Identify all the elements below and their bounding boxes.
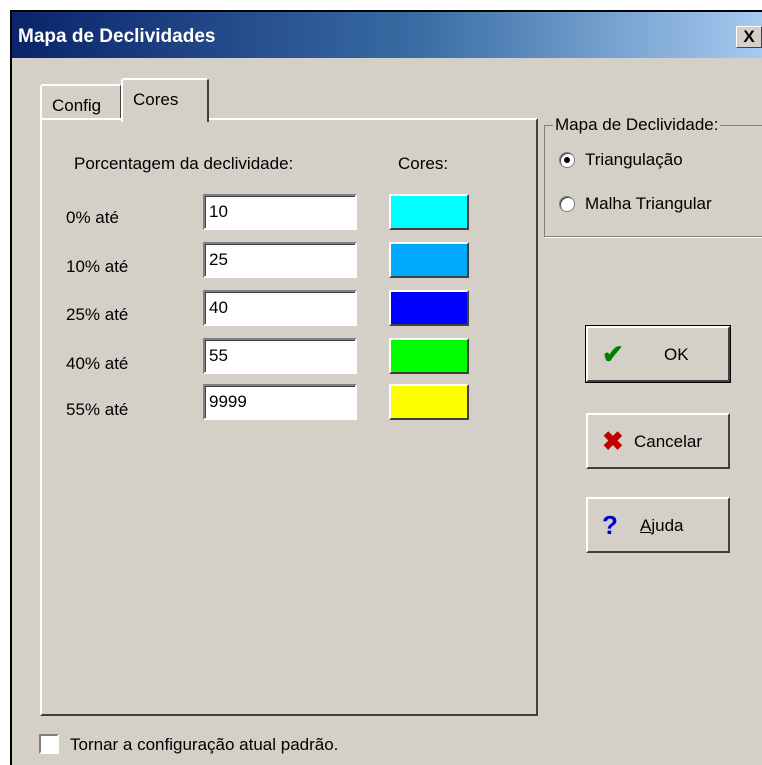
row-label-3: 40% até [66, 354, 129, 373]
window-title: Mapa de Declividades [18, 26, 216, 47]
help-label-rest: juda [651, 516, 684, 535]
question-icon: ? [602, 510, 618, 540]
radio-button[interactable] [559, 152, 575, 168]
radio-selected-dot [564, 157, 570, 163]
colors-header: Cores: [398, 154, 449, 173]
radio-label: Triangulação [585, 150, 683, 169]
limit-input-3[interactable]: 55 [203, 338, 357, 374]
tab-cores[interactable]: Cores [121, 78, 209, 122]
tab-cores-label: Cores [133, 90, 179, 109]
title-bar[interactable]: Mapa de Declividades X [12, 12, 762, 58]
color-swatch-1[interactable] [389, 242, 469, 278]
row-label-1: 10% até [66, 257, 129, 276]
color-swatch-2[interactable] [389, 290, 469, 326]
ok-button[interactable]: ✔ OK [585, 325, 731, 383]
close-button[interactable]: X [736, 26, 762, 48]
help-mnemonic: A [640, 516, 652, 535]
tab-config[interactable]: Config [40, 84, 122, 120]
help-button-label: Ajuda [640, 516, 683, 536]
default-config-label: Tornar a configuração atual padrão. [70, 735, 339, 754]
limit-input-0[interactable]: 10 [203, 194, 357, 230]
cancel-button-label: Cancelar [634, 432, 703, 451]
help-button[interactable]: ? Ajuda [586, 497, 730, 553]
row-label-4: 55% até [66, 400, 129, 419]
row-label-2: 25% até [66, 305, 129, 324]
limit-input-2[interactable]: 40 [203, 290, 357, 326]
groupbox-title: Mapa de Declividade: [553, 115, 721, 135]
slope-map-groupbox: Mapa de Declividade: Triangulação Malha … [544, 115, 762, 237]
ok-button-label: OK [664, 345, 689, 364]
limit-input-1[interactable]: 25 [203, 242, 357, 278]
dialog-window: Mapa de Declividades X Config Cores Porc… [10, 10, 762, 765]
x-icon: ✖ [602, 426, 624, 456]
tab-config-label: Config [52, 96, 102, 115]
percent-header: Porcentagem da declividade: [74, 154, 294, 173]
radio-label: Malha Triangular [585, 194, 712, 213]
default-config-checkbox[interactable] [39, 734, 59, 754]
limit-input-4[interactable]: 9999 [203, 384, 357, 420]
cancel-button[interactable]: ✖ Cancelar [586, 413, 730, 469]
tab-panel-cores: Porcentagem da declividade: Cores: 0% at… [40, 118, 538, 716]
row-label-0: 0% até [66, 208, 119, 227]
radio-button[interactable] [559, 196, 575, 212]
color-swatch-4[interactable] [389, 384, 469, 420]
color-swatch-0[interactable] [389, 194, 469, 230]
check-icon: ✔ [602, 339, 624, 369]
color-swatch-3[interactable] [389, 338, 469, 374]
close-icon: X [743, 27, 755, 46]
